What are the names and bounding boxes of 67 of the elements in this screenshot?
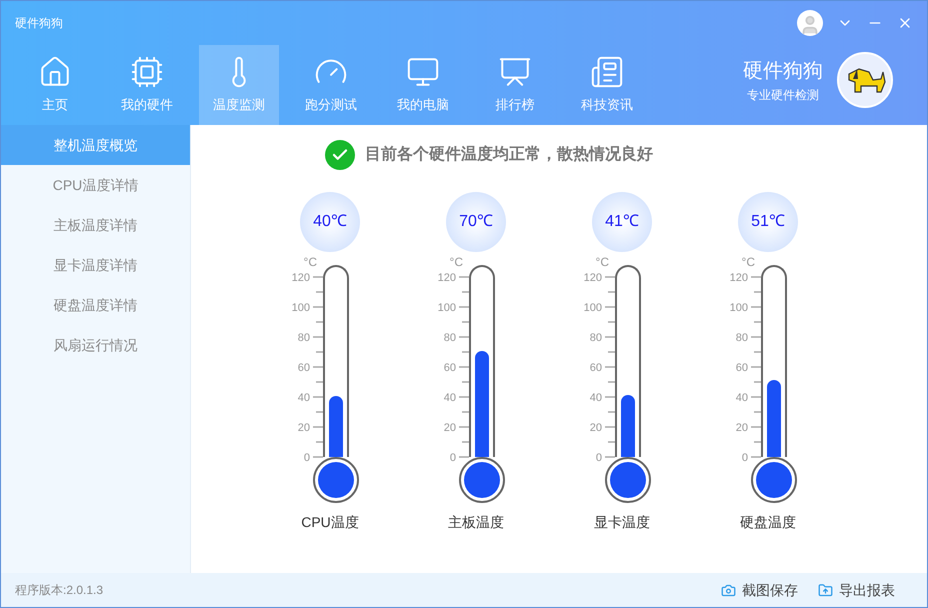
tick-label: 100 bbox=[438, 302, 456, 314]
version-text: 程序版本:2.0.1.3 bbox=[15, 582, 104, 599]
thermometer-label: 显卡温度 bbox=[594, 513, 650, 532]
nav-tab[interactable]: 跑分测试 bbox=[291, 45, 371, 125]
tick-label: 0 bbox=[742, 452, 748, 464]
sidebar-item[interactable]: 显卡温度详情 bbox=[1, 245, 190, 285]
status-message: 目前各个硬件温度均正常，散热情况良好 bbox=[365, 144, 653, 165]
nav-tab[interactable]: 排行榜 bbox=[475, 45, 555, 125]
brand-tagline: 专业硬件检测 bbox=[747, 87, 819, 104]
window-title: 硬件狗狗 bbox=[15, 15, 63, 32]
temperature-reading: 70℃ bbox=[446, 192, 506, 252]
folder-icon bbox=[818, 582, 833, 598]
export-button[interactable]: 导出报表 bbox=[818, 580, 895, 600]
unit-label: °C bbox=[304, 255, 317, 269]
thermometer-label: 硬盘温度 bbox=[740, 513, 796, 532]
tick-label: 80 bbox=[298, 332, 310, 344]
tick-label: 60 bbox=[298, 362, 310, 374]
nav-tab[interactable]: 科技资讯 bbox=[567, 45, 647, 125]
tick-label: 80 bbox=[590, 332, 602, 344]
tick-label: 20 bbox=[590, 422, 602, 434]
tick-label: 60 bbox=[444, 362, 456, 374]
tick-label: 60 bbox=[736, 362, 748, 374]
sidebar-item[interactable]: CPU温度详情 bbox=[1, 165, 190, 205]
temperature-reading: 40℃ bbox=[300, 192, 360, 252]
tick-label: 40 bbox=[298, 392, 310, 404]
sidebar-item[interactable]: 整机温度概览 bbox=[1, 125, 190, 165]
nav-tab[interactable]: 我的硬件 bbox=[107, 45, 187, 125]
dog-logo bbox=[837, 52, 893, 108]
nav-tab[interactable]: 主页 bbox=[15, 45, 95, 125]
tick-label: 100 bbox=[584, 302, 602, 314]
tick-label: 120 bbox=[438, 272, 456, 284]
temperature-reading: 51℃ bbox=[738, 192, 798, 252]
unit-label: °C bbox=[450, 255, 463, 269]
sidebar-item[interactable]: 硬盘温度详情 bbox=[1, 285, 190, 325]
tick-label: 0 bbox=[450, 452, 456, 464]
tick-label: 100 bbox=[730, 302, 748, 314]
sidebar-item[interactable]: 主板温度详情 bbox=[1, 205, 190, 245]
tick-label: 0 bbox=[596, 452, 602, 464]
tick-label: 20 bbox=[736, 422, 748, 434]
tick-label: 120 bbox=[292, 272, 310, 284]
document-icon bbox=[590, 55, 624, 90]
tick-label: 40 bbox=[590, 392, 602, 404]
tick-label: 80 bbox=[444, 332, 456, 344]
screenshot-button[interactable]: 截图保存 bbox=[721, 580, 798, 600]
tick-label: 120 bbox=[584, 272, 602, 284]
camera-icon bbox=[721, 582, 736, 598]
user-avatar[interactable] bbox=[797, 10, 823, 36]
tick-label: 100 bbox=[292, 302, 310, 314]
thermometer-label: CPU温度 bbox=[301, 513, 359, 532]
tick-label: 0 bbox=[304, 452, 310, 464]
nav-tab[interactable]: 我的电脑 bbox=[383, 45, 463, 125]
thermometer-label: 主板温度 bbox=[448, 513, 504, 532]
tick-label: 20 bbox=[298, 422, 310, 434]
sidebar-item[interactable]: 风扇运行情况 bbox=[1, 325, 190, 365]
brand-name: 硬件狗狗 bbox=[743, 59, 823, 84]
tick-label: 120 bbox=[730, 272, 748, 284]
check-icon bbox=[325, 140, 355, 170]
tick-label: 20 bbox=[444, 422, 456, 434]
nav-tab[interactable]: 温度监测 bbox=[199, 45, 279, 125]
tick-label: 40 bbox=[736, 392, 748, 404]
unit-label: °C bbox=[742, 255, 755, 269]
unit-label: °C bbox=[596, 255, 609, 269]
temperature-reading: 41℃ bbox=[592, 192, 652, 252]
chip-icon bbox=[130, 55, 164, 90]
tick-label: 60 bbox=[590, 362, 602, 374]
tick-label: 40 bbox=[444, 392, 456, 404]
tick-label: 80 bbox=[736, 332, 748, 344]
